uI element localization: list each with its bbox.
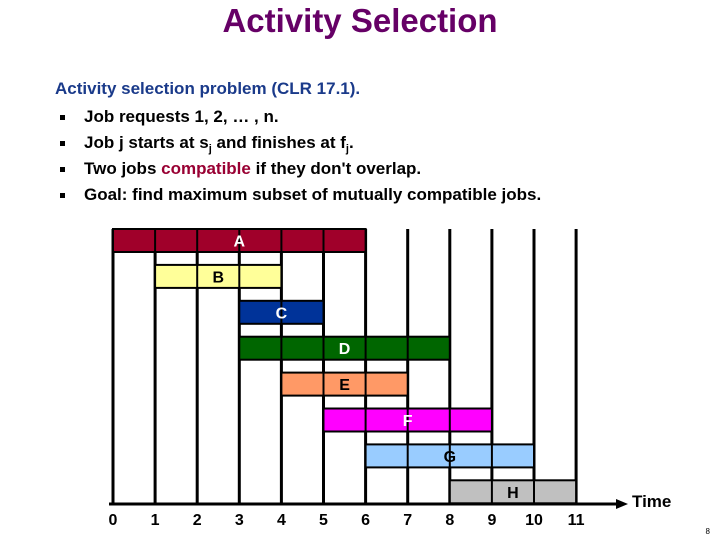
job-H: H: [448, 479, 578, 505]
job-label-F: F: [403, 413, 413, 430]
tick-label-1: 1: [151, 512, 160, 529]
axis-arrow-icon: [616, 499, 628, 509]
job-F: F: [322, 407, 493, 433]
job-label-A: A: [234, 234, 246, 251]
job-G: G: [364, 443, 535, 469]
tick-label-8: 8: [445, 512, 454, 529]
page-number: 8: [705, 527, 710, 536]
tick-label-3: 3: [235, 512, 244, 529]
activity-chart: A B C D E F G H Time 0 1 2 3 4 5 6 7 8 9 10 11: [109, 228, 672, 529]
tick-label-0: 0: [109, 512, 118, 529]
time-axis: Time 0 1 2 3 4 5 6 7 8 9 10 11: [109, 492, 672, 529]
job-C: C: [238, 299, 325, 325]
tick-label-9: 9: [487, 512, 496, 529]
job-E: E: [280, 371, 409, 397]
tick-label-4: 4: [277, 512, 286, 529]
tick-label-7: 7: [403, 512, 412, 529]
job-bars: A B C D E F G H: [112, 228, 578, 505]
job-label-B: B: [212, 269, 224, 286]
job-B: B: [154, 263, 283, 289]
job-label-H: H: [507, 485, 519, 502]
tick-label-6: 6: [361, 512, 370, 529]
job-label-C: C: [276, 305, 288, 322]
job-D: D: [238, 335, 451, 361]
job-label-D: D: [339, 341, 351, 358]
job-label-E: E: [339, 377, 350, 394]
tick-label-10: 10: [525, 512, 543, 529]
tick-label-5: 5: [319, 512, 328, 529]
job-A: A: [112, 228, 367, 253]
axis-label-time: Time: [632, 492, 671, 511]
job-label-G: G: [444, 449, 456, 466]
tick-label-11: 11: [568, 512, 585, 529]
tick-label-2: 2: [193, 512, 202, 529]
